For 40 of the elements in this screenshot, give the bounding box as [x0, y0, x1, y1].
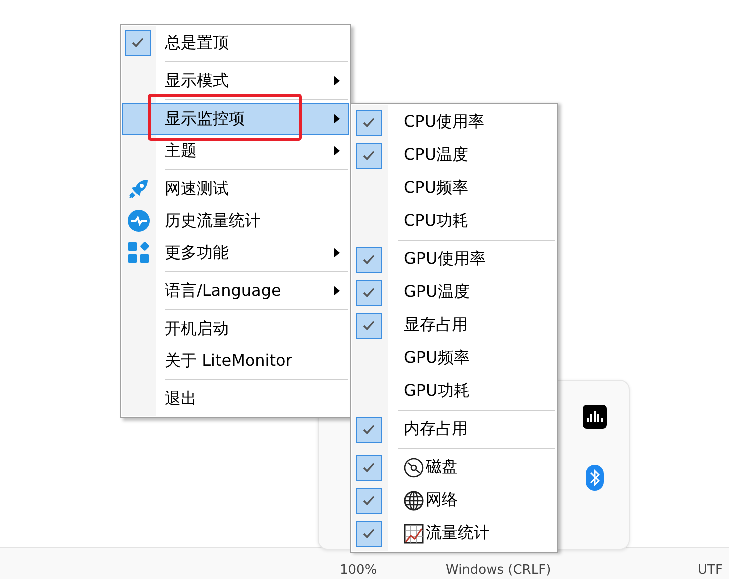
chart-icon [404, 524, 424, 544]
menu-item[interactable]: 语言/Language [122, 275, 349, 307]
menu-item[interactable]: 显示监控项 [122, 103, 349, 135]
menu-item[interactable]: CPU频率 [352, 172, 556, 205]
menu-item[interactable]: 总是置顶 [122, 27, 349, 59]
menu-item[interactable]: 历史流量统计 [122, 205, 349, 237]
menu-item[interactable]: GPU使用率 [352, 243, 556, 276]
menu-item[interactable]: 更多功能 [122, 237, 349, 269]
status-text: UTF [698, 564, 723, 578]
menu-item[interactable]: CPU使用率 [352, 106, 556, 139]
menu-item[interactable]: 网络 [352, 484, 556, 517]
apps-icon [127, 241, 151, 265]
submenu-arrow-icon [334, 286, 340, 296]
menu-item[interactable]: 磁盘 [352, 451, 556, 484]
rocket-icon [127, 177, 151, 201]
submenu-arrow-icon [334, 146, 340, 156]
menu-item[interactable]: 显存占用 [352, 309, 556, 342]
submenu-arrow-icon [334, 76, 340, 86]
menu-item[interactable]: CPU温度 [352, 139, 556, 172]
submenu-arrow-icon [334, 114, 340, 124]
menu-item[interactable]: CPU功耗 [352, 205, 556, 238]
submenu-arrow-icon [334, 248, 340, 258]
status-text: 100% [340, 564, 378, 578]
globe-icon [404, 490, 424, 510]
menu-item[interactable]: 主题 [122, 135, 349, 167]
menu-item[interactable]: 开机启动 [122, 313, 349, 345]
pulse-icon [127, 209, 151, 233]
disc-icon [404, 458, 424, 478]
audio-bars-icon[interactable] [583, 405, 607, 429]
menu-item[interactable]: GPU频率 [352, 342, 556, 375]
menu-item[interactable]: 网速测试 [122, 173, 349, 205]
menu-item[interactable]: 流量统计 [352, 517, 556, 550]
menu-item[interactable]: 内存占用 [352, 413, 556, 446]
menu-item[interactable]: 显示模式 [122, 65, 349, 97]
status-text: Windows (CRLF) [446, 564, 552, 578]
menu-item[interactable]: 退出 [122, 383, 349, 415]
menu-item[interactable]: GPU温度 [352, 276, 556, 309]
menu-item[interactable]: 关于 LiteMonitor [122, 345, 349, 377]
bluetooth-icon[interactable] [586, 465, 604, 491]
menu-item[interactable]: GPU功耗 [352, 375, 556, 408]
